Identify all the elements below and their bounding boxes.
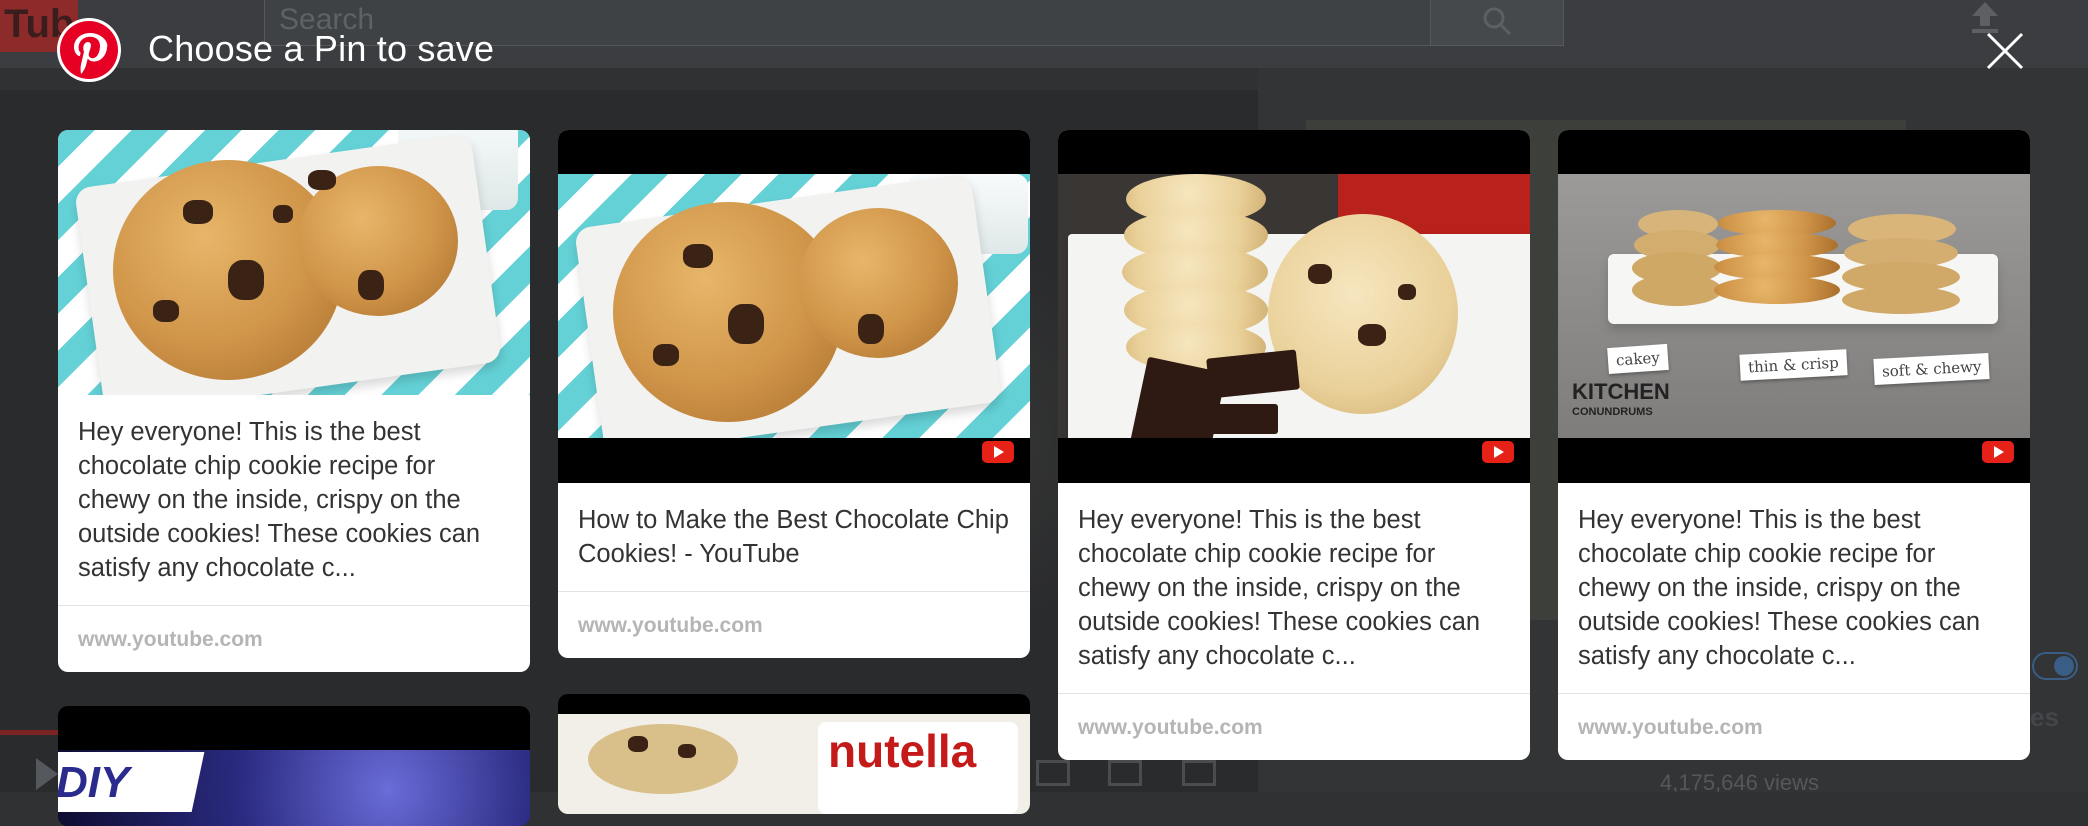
close-icon[interactable] bbox=[1982, 28, 2028, 74]
miniplayer-icon bbox=[1036, 760, 1070, 786]
background-progress-bar bbox=[0, 730, 60, 735]
image-brand: KITCHEN CONUNDRUMS bbox=[1572, 379, 1670, 419]
pin-description: Hey everyone! This is the best chocolate… bbox=[1078, 506, 1481, 670]
modal-header: Choose a Pin to save bbox=[0, 0, 2088, 90]
image-label: thin & crisp bbox=[1739, 349, 1848, 381]
pin-domain: www.youtube.com bbox=[1578, 716, 1763, 739]
pin-card[interactable]: Hey everyone! This is the best chocolate… bbox=[1058, 130, 1530, 760]
pin-description: Hey everyone! This is the best chocolate… bbox=[78, 418, 481, 582]
pin-card[interactable]: DIY bbox=[58, 706, 530, 826]
background-view-count: 4,175,646 views bbox=[1660, 770, 1819, 792]
pin-card[interactable]: nutella bbox=[558, 694, 1030, 814]
pin-card[interactable]: cakey thin & crisp soft & chewy KITCHEN … bbox=[1558, 130, 2030, 760]
youtube-play-icon bbox=[1482, 441, 1514, 463]
autoplay-toggle bbox=[2032, 652, 2078, 680]
pin-card[interactable]: How to Make the Best Chocolate Chip Cook… bbox=[558, 130, 1030, 658]
pin-image bbox=[558, 130, 1030, 483]
youtube-play-icon bbox=[982, 441, 1014, 463]
pin-description: Hey everyone! This is the best chocolate… bbox=[1578, 506, 1981, 670]
image-text: DIY bbox=[58, 758, 130, 807]
modal-title: Choose a Pin to save bbox=[148, 28, 495, 69]
pin-domain: www.youtube.com bbox=[1078, 716, 1263, 739]
pin-image bbox=[58, 130, 530, 395]
background-sidebar-text: es bbox=[2030, 702, 2059, 732]
pin-image bbox=[1058, 130, 1530, 483]
fullscreen-icon bbox=[1182, 760, 1216, 786]
pin-domain: www.youtube.com bbox=[578, 614, 763, 637]
pinterest-logo-icon bbox=[57, 18, 121, 82]
theater-icon bbox=[1108, 760, 1142, 786]
pin-domain: www.youtube.com bbox=[78, 628, 263, 651]
pin-card[interactable]: Hey everyone! This is the best chocolate… bbox=[58, 130, 530, 672]
image-text: nutella bbox=[828, 725, 977, 777]
pin-image: cakey thin & crisp soft & chewy KITCHEN … bbox=[1558, 130, 2030, 483]
image-label: cakey bbox=[1607, 343, 1669, 375]
youtube-play-icon bbox=[1982, 441, 2014, 463]
image-label: soft & chewy bbox=[1873, 352, 1991, 386]
pin-description: How to Make the Best Chocolate Chip Cook… bbox=[578, 506, 1009, 568]
play-icon bbox=[36, 758, 58, 790]
